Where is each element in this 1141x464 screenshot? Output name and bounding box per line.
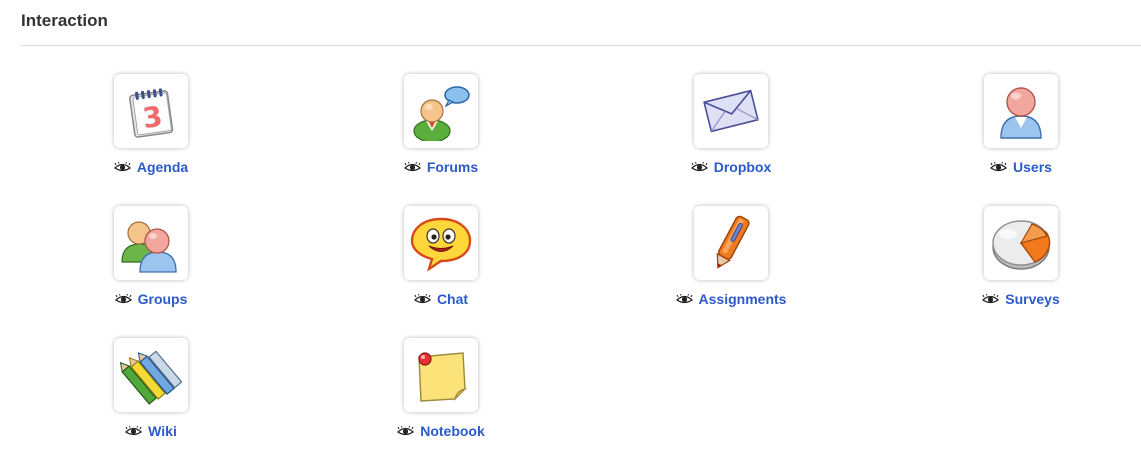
interaction-section: Interaction 3 Agenda Forums Dropbox User… [0,0,1141,464]
tool-users[interactable]: Users [901,74,1141,194]
visibility-eye-icon[interactable] [982,294,1000,304]
users-icon[interactable] [984,74,1058,148]
visibility-eye-icon[interactable] [690,162,708,172]
tool-agenda[interactable]: 3 Agenda [31,74,271,194]
tool-forums[interactable]: Forums [321,74,561,194]
assignments-pen-icon[interactable] [694,206,768,280]
dropbox-envelope-icon[interactable] [694,74,768,148]
tool-assignments[interactable]: Assignments [611,206,851,326]
tool-label[interactable]: Users [1013,158,1052,176]
section-title: Interaction [21,11,108,30]
visibility-eye-icon[interactable] [113,162,131,172]
forums-icon[interactable] [404,74,478,148]
tool-wiki[interactable]: Wiki [31,338,271,458]
visibility-eye-icon[interactable] [413,294,431,304]
visibility-eye-icon[interactable] [114,294,132,304]
tool-label[interactable]: Wiki [148,422,177,440]
visibility-eye-icon[interactable] [403,162,421,172]
tool-dropbox[interactable]: Dropbox [611,74,851,194]
tool-label[interactable]: Dropbox [714,158,772,176]
visibility-eye-icon[interactable] [125,426,143,436]
tool-groups[interactable]: Groups [31,206,271,326]
tool-notebook[interactable]: Notebook [321,338,561,458]
tool-label[interactable]: Assignments [699,290,787,308]
visibility-eye-icon[interactable] [397,426,415,436]
tool-label[interactable]: Notebook [420,422,485,440]
tool-chat[interactable]: Chat [321,206,561,326]
tool-label[interactable]: Agenda [137,158,188,176]
tool-surveys[interactable]: Surveys [901,206,1141,326]
wiki-pencils-icon[interactable] [114,338,188,412]
notebook-note-icon[interactable] [404,338,478,412]
tool-label[interactable]: Surveys [1005,290,1059,308]
visibility-eye-icon[interactable] [990,162,1008,172]
chat-icon[interactable] [404,206,478,280]
visibility-eye-icon[interactable] [675,294,693,304]
surveys-pie-icon[interactable] [984,206,1058,280]
agenda-calendar-icon[interactable]: 3 [114,74,188,148]
section-divider [21,45,1141,46]
tool-label[interactable]: Groups [138,290,188,308]
tool-label[interactable]: Forums [427,158,478,176]
groups-icon[interactable] [114,206,188,280]
tool-label[interactable]: Chat [437,290,468,308]
